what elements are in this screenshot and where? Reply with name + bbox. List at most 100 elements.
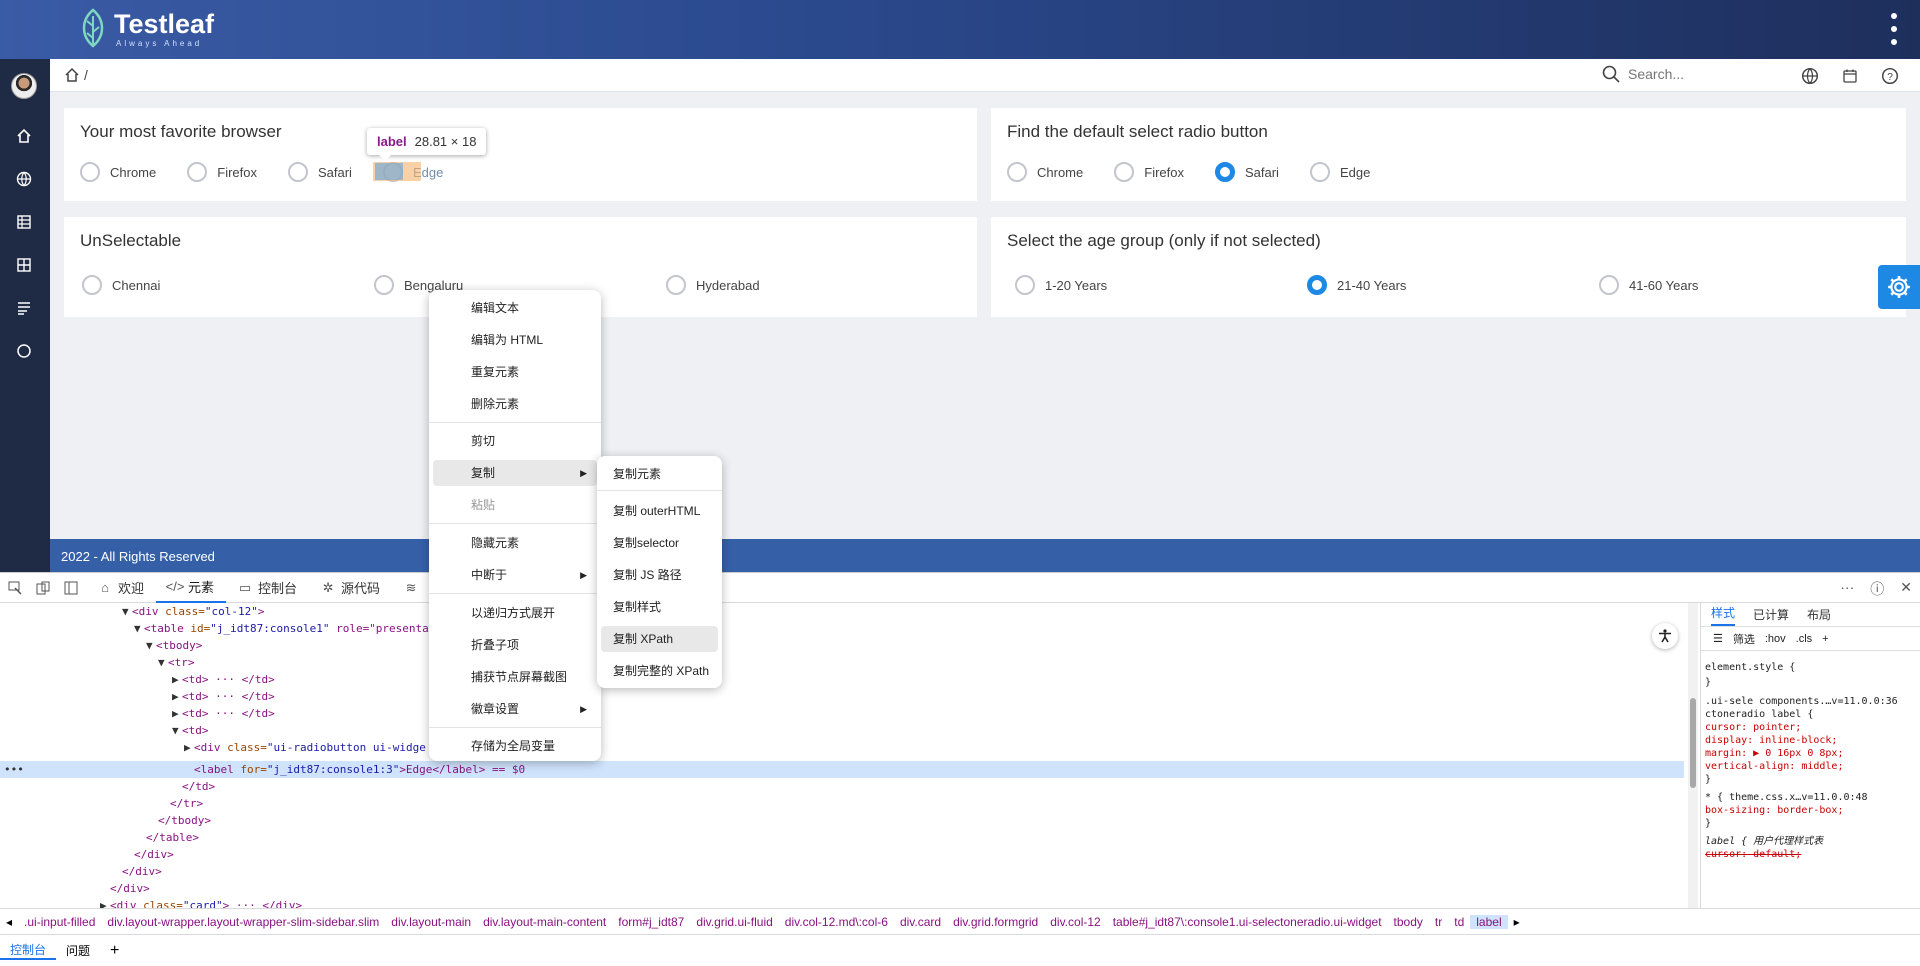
menu-item-collapse-children[interactable]: 折叠子项: [433, 632, 597, 658]
element-crumb[interactable]: div.grid.formgrid: [947, 915, 1044, 929]
dom-line[interactable]: </table>: [146, 829, 199, 846]
submenu-copy-full-xpath[interactable]: 复制完整的 XPath: [601, 658, 718, 684]
element-crumb[interactable]: table#j_idt87\:console1.ui-selectoneradi…: [1107, 915, 1388, 929]
dom-line[interactable]: ▼ <tbody>: [146, 637, 202, 654]
element-crumb[interactable]: div.layout-wrapper.layout-wrapper-slim-s…: [101, 915, 385, 929]
submenu-copy-js-path[interactable]: 复制 JS 路径: [601, 562, 718, 588]
circle-icon[interactable]: [15, 342, 33, 360]
home-icon[interactable]: [15, 127, 33, 145]
submenu-copy-styles[interactable]: 复制样式: [601, 594, 718, 620]
style-line[interactable]: vertical-align: middle;: [1705, 760, 1843, 773]
tab-computed[interactable]: 已计算: [1753, 606, 1789, 623]
menu-item-edit-text[interactable]: 编辑文本: [433, 295, 597, 321]
element-crumb[interactable]: .ui-input-filled: [18, 915, 101, 929]
language-globe-icon[interactable]: [1800, 66, 1820, 86]
drawer-tab-console[interactable]: 控制台: [0, 941, 57, 960]
settings-gear-icon[interactable]: [1878, 265, 1920, 309]
style-line[interactable]: cursor: default;: [1705, 848, 1801, 861]
home-breadcrumb-icon[interactable]: [64, 67, 80, 83]
dock-panel-icon[interactable]: [64, 581, 78, 595]
radio-label-chrome[interactable]: Chrome: [1037, 165, 1083, 180]
radio-label-age-21-40[interactable]: 21-40 Years: [1337, 278, 1599, 293]
submenu-copy-outerhtml[interactable]: 复制 outerHTML: [601, 498, 718, 524]
dom-line[interactable]: </div>: [134, 846, 174, 863]
style-line[interactable]: cursor: pointer;: [1705, 721, 1801, 734]
more-tools-icon[interactable]: ···: [1840, 579, 1854, 599]
scroll-left-icon[interactable]: ◂: [0, 915, 18, 929]
radio-age-41-60[interactable]: [1599, 275, 1619, 295]
radio-label-safari[interactable]: Safari: [318, 165, 352, 180]
dom-line-selected[interactable]: <label for="j_idt87:console1:3">Edge</la…: [194, 761, 525, 778]
hov-toggle[interactable]: :hov: [1765, 633, 1786, 645]
radio-hyderabad[interactable]: [666, 275, 686, 295]
element-crumb-selected[interactable]: label: [1470, 914, 1508, 929]
close-icon[interactable]: ✕: [1900, 579, 1912, 599]
element-crumb[interactable]: div.grid.ui-fluid: [690, 915, 778, 929]
drawer-tab-issues[interactable]: 问题: [56, 942, 100, 959]
dom-line-ellipsis[interactable]: •••: [4, 761, 24, 778]
tab-network[interactable]: ≋: [392, 573, 430, 603]
menu-item-hide-element[interactable]: 隐藏元素: [433, 530, 597, 556]
radio-label-chennai[interactable]: Chennai: [112, 278, 374, 293]
dom-line[interactable]: ▼ <div class="col-12">: [122, 603, 264, 620]
menu-item-copy[interactable]: 复制 ▶: [433, 460, 597, 486]
menu-item-store-as-global-variable[interactable]: 存储为全局变量: [433, 733, 597, 759]
dom-line[interactable]: ▶ <div class="card"> ··· </div>: [100, 897, 302, 908]
table-icon[interactable]: [15, 213, 33, 231]
dom-line[interactable]: </td>: [182, 778, 215, 795]
style-line[interactable]: box-sizing: border-box;: [1705, 804, 1843, 817]
styles-filter-input[interactable]: 筛选: [1733, 631, 1755, 647]
menu-item-edit-as-html[interactable]: 编辑为 HTML: [433, 327, 597, 353]
radio-label-safari[interactable]: Safari: [1245, 165, 1279, 180]
dom-line[interactable]: ▶ <td> ··· </td>: [172, 705, 275, 722]
tab-elements[interactable]: </> 元素: [156, 573, 227, 603]
radio-firefox[interactable]: [1114, 162, 1135, 182]
submenu-copy-element[interactable]: 复制元素: [601, 461, 718, 487]
element-crumb[interactable]: div.col-12: [1044, 915, 1106, 929]
grid-icon[interactable]: [15, 256, 33, 274]
add-drawer-tab-icon[interactable]: +: [100, 942, 129, 960]
menu-item-duplicate-element[interactable]: 重复元素: [433, 359, 597, 385]
element-crumb[interactable]: div.layout-main: [385, 915, 477, 929]
dom-line[interactable]: ▶ <td> ··· </td>: [172, 671, 275, 688]
menu-item-badge-settings[interactable]: 徽章设置 ▶: [433, 696, 597, 722]
menu-item-break-on[interactable]: 中断于 ▶: [433, 562, 597, 588]
radio-label-age-41-60[interactable]: 41-60 Years: [1629, 278, 1698, 293]
menu-item-expand-recursively[interactable]: 以递归方式展开: [433, 600, 597, 626]
element-crumb[interactable]: tbody: [1388, 915, 1429, 929]
radio-chrome[interactable]: [1007, 162, 1027, 182]
avatar[interactable]: [11, 73, 37, 99]
radio-firefox[interactable]: [187, 162, 208, 182]
style-line[interactable]: display: inline-block;: [1705, 734, 1837, 747]
dom-line[interactable]: ▶ <div class="ui-radiobutton ui-widge: [184, 739, 426, 756]
dom-line[interactable]: </tr>: [170, 795, 203, 812]
radio-age-1-20[interactable]: [1015, 275, 1035, 295]
calendar-icon[interactable]: [1840, 66, 1860, 86]
element-crumb[interactable]: tr: [1429, 915, 1448, 929]
submenu-copy-selector[interactable]: 复制selector: [601, 530, 718, 556]
radio-chennai[interactable]: [82, 275, 102, 295]
style-line[interactable]: margin: ▶ 0 16px 0 8px;: [1705, 747, 1843, 760]
dom-line[interactable]: </div>: [110, 880, 150, 897]
submenu-copy-xpath[interactable]: 复制 XPath: [601, 626, 718, 652]
cls-toggle[interactable]: .cls: [1796, 633, 1813, 645]
add-rule-icon[interactable]: +: [1822, 633, 1828, 645]
radio-edge[interactable]: [1309, 162, 1330, 182]
tab-styles[interactable]: 样式: [1711, 604, 1736, 626]
device-toolbar-icon[interactable]: [36, 581, 50, 595]
radio-bengaluru[interactable]: [374, 275, 394, 295]
radio-label-hyderabad[interactable]: Hyderabad: [696, 278, 760, 293]
dom-scrollbar[interactable]: [1688, 603, 1698, 908]
search-input[interactable]: [1628, 66, 1768, 82]
dom-line[interactable]: ▼ <table id="j_idt87:console1" role="pres…: [134, 620, 429, 637]
element-crumb[interactable]: div.card: [894, 915, 947, 929]
logo[interactable]: Testleaf Always Ahead: [78, 8, 214, 48]
radio-label-edge[interactable]: Edge: [1340, 165, 1370, 180]
scroll-right-icon[interactable]: ▸: [1508, 915, 1526, 929]
accessibility-icon[interactable]: [1652, 623, 1678, 649]
tab-welcome[interactable]: ⌂ 欢迎: [86, 573, 156, 603]
tab-console[interactable]: ▭ 控制台: [226, 573, 309, 603]
element-crumb[interactable]: form#j_idt87: [612, 915, 690, 929]
search-icon[interactable]: [1602, 65, 1620, 83]
help-icon[interactable]: ?: [1880, 66, 1900, 86]
